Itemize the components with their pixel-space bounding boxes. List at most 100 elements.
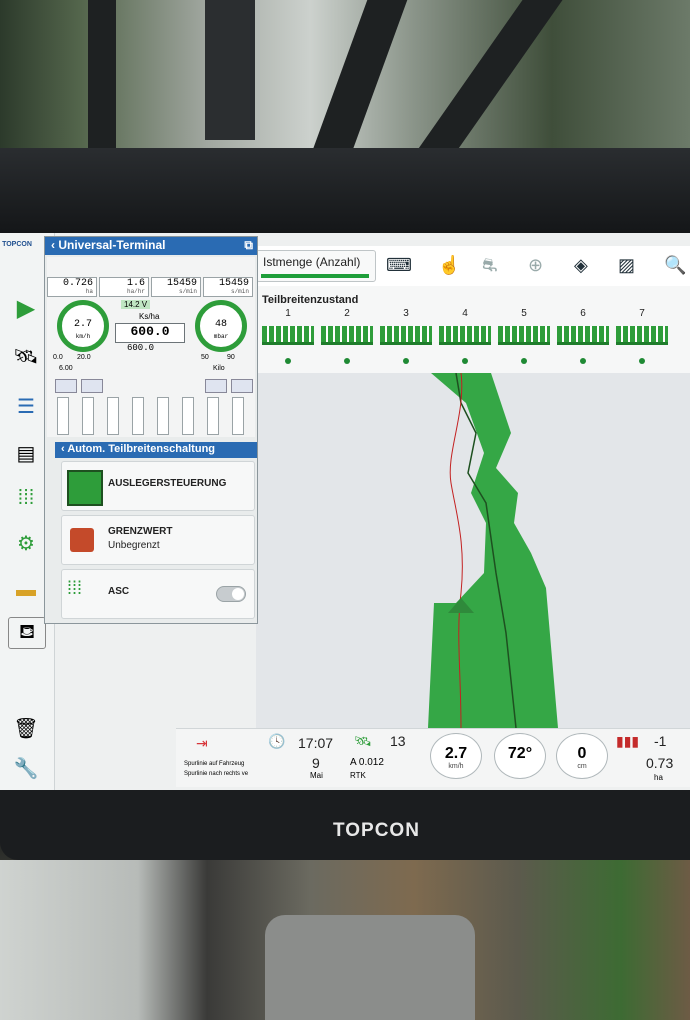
section-nozzles: [262, 326, 314, 345]
gps-satellite-icon[interactable]: 🛰: [354, 733, 372, 750]
value-speed-2: 15459 s/min: [203, 277, 253, 297]
topcon-logo: TOPCON: [2, 241, 32, 248]
section-number: 1: [285, 308, 291, 319]
section-slider[interactable]: [107, 397, 119, 435]
istmenge-label: Istmenge (Anzahl): [263, 255, 361, 269]
boom-control-item[interactable]: AUSLEGERSTEUERUNG: [61, 461, 255, 511]
status-bar: ⇥ Spurlinie auf Fahrzeug Spurlinie nach …: [176, 728, 690, 787]
expand-icon[interactable]: ⧉: [244, 238, 253, 253]
section-slider[interactable]: [132, 397, 144, 435]
asc-label: ASC: [108, 586, 130, 597]
zoom-icon[interactable]: 🔍: [664, 255, 686, 276]
section-slider[interactable]: [207, 397, 219, 435]
terminal-mask[interactable]: 0.726 ha 1.6 ha/hr 15459 s/min 15459 s/min 1…: [47, 257, 255, 437]
section-active-dot: [462, 358, 468, 364]
brand-logo: TOPCON: [333, 820, 420, 841]
asc-item[interactable]: ⁞⁞⁞ ASC: [61, 569, 255, 619]
clock-icon: 🕓: [268, 733, 286, 749]
keyboard-icon[interactable]: ⌨: [386, 255, 412, 276]
right-top-value: -1: [654, 733, 667, 749]
section-nozzles: [380, 326, 432, 345]
offset-dial: 0 cm: [556, 733, 608, 779]
section-active-dot: [285, 358, 291, 364]
guidance-line-icon[interactable]: ⇥: [196, 735, 208, 752]
section-number: 3: [403, 308, 409, 319]
guidance-map[interactable]: [256, 372, 690, 729]
section-control-header[interactable]: ‹ Autom. Teilbreitenschaltung: [55, 442, 257, 458]
asc-sections-icon: ⁞⁞⁞: [67, 578, 83, 598]
speed-dial: 2.7 km/h: [430, 733, 482, 779]
guidance-arrow-icon[interactable]: ▶: [8, 293, 44, 323]
touch-icon[interactable]: ☝: [438, 255, 460, 276]
section-number: 5: [521, 308, 527, 319]
rate-target: 600.0: [127, 343, 155, 353]
limit-item[interactable]: GRENZWERT Unbegrenzt: [61, 515, 255, 565]
universal-terminal-header[interactable]: ‹ Universal-Terminal ⧉: [45, 237, 257, 255]
pressure-gauge: 48 mbar: [195, 300, 247, 352]
section-slider[interactable]: [57, 397, 69, 435]
section-active-dot: [403, 358, 409, 364]
section-slider[interactable]: [82, 397, 94, 435]
image-icon[interactable]: ▨: [618, 255, 635, 276]
universal-terminal-icon[interactable]: ⛾: [8, 617, 46, 649]
value-area: 0.726 ha: [47, 277, 97, 297]
section-slider[interactable]: [182, 397, 194, 435]
section-slider[interactable]: [157, 397, 169, 435]
section-block: 1: [260, 308, 316, 368]
gauge-min-left: 0.0: [53, 354, 63, 361]
track-text-2: Spurlinie nach rechts ve: [184, 771, 249, 777]
section-number: 2: [344, 308, 350, 319]
menu-list-icon[interactable]: ☰: [8, 391, 44, 421]
section-left-button[interactable]: [205, 379, 227, 393]
heading-dial: 72°: [494, 733, 546, 779]
section-right-button[interactable]: [231, 379, 253, 393]
boom-icon: [67, 470, 103, 506]
voltage-display: 14.2 V: [121, 300, 151, 309]
section-active-dot: [344, 358, 350, 364]
track-text-1: Spurlinie auf Fahrzeug: [184, 761, 245, 767]
sections-icon[interactable]: ⁞⁞⁞: [8, 483, 44, 513]
section-block: 4: [437, 308, 493, 368]
satellite-icon[interactable]: 🛰: [8, 341, 44, 371]
bucket-icon[interactable]: 🗑: [8, 713, 44, 743]
universal-terminal-title: Universal-Terminal: [58, 238, 166, 252]
wrench-icon[interactable]: 🔧: [8, 753, 44, 783]
limit-value: Unbegrenzt: [108, 540, 160, 551]
section-nozzles: [557, 326, 609, 345]
section-number: 7: [639, 308, 645, 319]
steering-icon[interactable]: ⛐: [482, 255, 498, 279]
coverage-map: [256, 372, 690, 729]
section-block: 6: [555, 308, 611, 368]
gauge-min-right: 50: [201, 354, 209, 361]
left-bottom-value: 6.00: [59, 365, 73, 372]
document-icon[interactable]: ▤: [8, 438, 44, 468]
layers-icon[interactable]: ◈: [574, 255, 588, 276]
value-speed-1: 15459 s/min: [151, 277, 201, 297]
arrow-right-button[interactable]: [81, 379, 103, 393]
arrow-left-button[interactable]: [55, 379, 77, 393]
date-month: Mai: [310, 771, 323, 780]
display-screen: TOPCON ▶ 🛰 ☰ ▤ ⁞⁞⁞ ⚙ ▬ ⛾ 🗑 🔧 Istmenge (A…: [0, 233, 690, 790]
cab-pillar: [88, 0, 116, 150]
rate-unit: Ks/ha: [139, 312, 160, 321]
istmenge-selector[interactable]: Istmenge (Anzahl): [256, 250, 376, 282]
section-active-dot: [521, 358, 527, 364]
gauge-max-right: 90: [227, 354, 235, 361]
sprayer-icon[interactable]: ⚙: [8, 528, 44, 558]
time-display: 17:07: [298, 735, 334, 751]
boom-control-label: AUSLEGERSTEUERUNG: [108, 478, 227, 489]
section-slider[interactable]: [232, 397, 244, 435]
section-nozzles: [616, 326, 668, 345]
section-block: 7: [614, 308, 670, 368]
satellite-count: 13: [390, 733, 406, 749]
section-nozzles: [439, 326, 491, 345]
asc-toggle[interactable]: [216, 586, 246, 602]
speed-gauge: 2.7 km/h: [57, 300, 109, 352]
rate-value[interactable]: 600.0: [115, 323, 185, 343]
section-block: 5: [496, 308, 552, 368]
implement-icon[interactable]: ▬: [8, 575, 44, 605]
sections-status-icon[interactable]: ▮▮▮: [616, 733, 639, 750]
right-label: Kilo: [213, 365, 225, 372]
section-control-title: Autom. Teilbreitenschaltung: [67, 443, 216, 455]
target-icon[interactable]: ⊕: [528, 255, 543, 276]
